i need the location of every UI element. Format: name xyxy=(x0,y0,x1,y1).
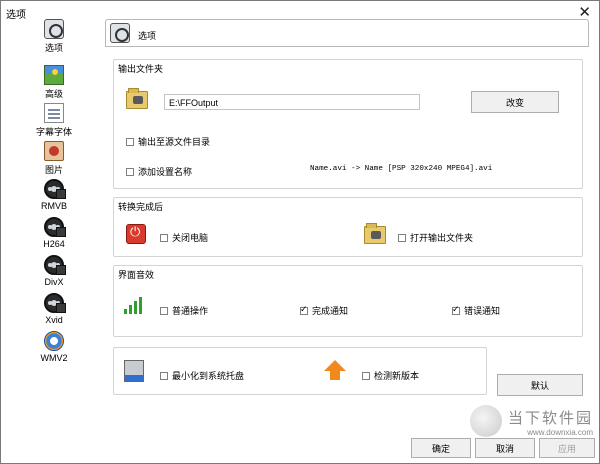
windows-media-icon xyxy=(44,331,64,351)
checkbox-box xyxy=(160,306,168,315)
checkbox-label: 错误通知 xyxy=(464,306,501,316)
system-tray-icon xyxy=(124,360,144,382)
checkbox-label: 关闭电脑 xyxy=(172,233,209,243)
checkbox-box xyxy=(126,167,134,176)
sidebar-item-advanced[interactable]: 高级 xyxy=(29,65,79,100)
checkbox-box xyxy=(362,371,370,380)
checkbox-label: 打开输出文件夹 xyxy=(410,233,474,243)
sidebar-item-label: 高级 xyxy=(44,89,63,99)
sidebar-item-label: 字幕字体 xyxy=(35,127,72,137)
error-notification-checkbox[interactable]: 错误通知 xyxy=(452,304,500,317)
section-title: 选项 xyxy=(138,31,157,41)
sidebar-item-label: 选项 xyxy=(44,43,63,53)
checkbox-box xyxy=(452,304,460,315)
watermark-logo-icon xyxy=(469,405,502,437)
checkbox-label: 普通操作 xyxy=(172,306,209,316)
after-conversion-group: 转换完成后 关闭电脑 打开输出文件夹 xyxy=(113,197,583,257)
complete-notification-checkbox[interactable]: 完成通知 xyxy=(300,304,348,317)
checkbox-label: 检测新版本 xyxy=(374,371,420,381)
sidebar-item-label: RMVB xyxy=(40,201,67,211)
normal-operation-checkbox[interactable]: 普通操作 xyxy=(160,304,208,317)
sidebar-item-rmvb[interactable]: RMVB xyxy=(29,179,79,211)
film-reel-icon xyxy=(44,217,66,237)
open-output-folder-checkbox[interactable]: 打开输出文件夹 xyxy=(398,231,473,244)
sidebar-item-label: H264 xyxy=(43,239,65,249)
document-icon xyxy=(44,103,64,123)
group-title: 界面音效 xyxy=(118,270,155,280)
sidebar-item-label: DivX xyxy=(44,277,64,287)
sidebar-item-picture[interactable]: 图片 xyxy=(29,141,79,176)
options-dialog: 选项 ✕ 选项 高级 字幕字体 图片 RMVB H264 DivX Xvid W… xyxy=(0,0,600,464)
folder-icon xyxy=(126,88,148,109)
watermark: 当下软件园 www.downxia.com xyxy=(469,405,593,437)
picture-icon xyxy=(44,141,64,161)
sidebar-item-label: 图片 xyxy=(44,165,63,175)
change-button[interactable]: 改变 xyxy=(471,91,559,113)
add-setting-name-checkbox[interactable]: 添加设置名称 xyxy=(126,165,192,178)
film-reel-icon xyxy=(44,293,66,313)
checkbox-box xyxy=(160,371,168,380)
cancel-button[interactable]: 取消 xyxy=(475,438,535,458)
misc-options-group: 最小化到系统托盘 检测新版本 xyxy=(113,347,487,395)
minimize-to-tray-checkbox[interactable]: 最小化到系统托盘 xyxy=(160,369,244,382)
options-icon xyxy=(110,23,130,43)
checkbox-label: 最小化到系统托盘 xyxy=(172,371,245,381)
sidebar-item-label: Xvid xyxy=(45,315,63,325)
ui-sound-group: 界面音效 普通操作 完成通知 错误通知 xyxy=(113,265,583,337)
section-header: 选项 xyxy=(105,19,589,47)
window-title: 选项 xyxy=(6,10,26,21)
output-path-field[interactable]: E:\FFOutput xyxy=(164,94,420,110)
checkbox-label: 完成通知 xyxy=(312,306,349,316)
sidebar-item-xvid[interactable]: Xvid xyxy=(29,293,79,325)
apply-button[interactable]: 应用 xyxy=(539,438,595,458)
sidebar-item-subtitle-font[interactable]: 字幕字体 xyxy=(29,103,79,138)
sidebar-item-options[interactable]: 选项 xyxy=(29,19,79,54)
watermark-url: www.downxia.com xyxy=(527,428,593,437)
checkbox-box xyxy=(398,233,406,242)
group-title: 输出文件夹 xyxy=(118,64,164,74)
checkbox-label: 添加设置名称 xyxy=(138,167,193,177)
checkbox-box xyxy=(300,304,308,315)
watermark-title: 当下软件园 xyxy=(507,410,593,427)
sidebar-item-label: WMV2 xyxy=(40,353,68,363)
group-title: 转换完成后 xyxy=(118,202,164,212)
default-button[interactable]: 默认 xyxy=(497,374,583,396)
update-arrow-icon xyxy=(324,360,346,380)
sidebar-item-wmv2[interactable]: WMV2 xyxy=(29,331,79,363)
checkbox-box xyxy=(126,137,134,146)
options-icon xyxy=(44,19,64,39)
output-folder-group: 输出文件夹 E:\FFOutput 改变 输出至源文件目录 添加设置名称 Nam… xyxy=(113,59,583,189)
sidebar-item-divx[interactable]: DivX xyxy=(29,255,79,287)
ok-button[interactable]: 确定 xyxy=(411,438,471,458)
output-to-source-checkbox[interactable]: 输出至源文件目录 xyxy=(126,135,210,148)
sidebar-item-h264[interactable]: H264 xyxy=(29,217,79,249)
film-reel-icon xyxy=(44,255,66,275)
checkbox-label: 输出至源文件目录 xyxy=(138,137,211,147)
shutdown-checkbox[interactable]: 关闭电脑 xyxy=(160,231,208,244)
check-update-checkbox[interactable]: 检测新版本 xyxy=(362,369,419,382)
folder-icon xyxy=(364,223,386,244)
name-example-text: Name.avi -> Name [PSP 320x240 MPEG4].avi xyxy=(310,165,493,173)
checkbox-box xyxy=(160,233,168,242)
landscape-icon xyxy=(44,65,64,85)
film-reel-icon xyxy=(44,179,66,199)
volume-bars-icon xyxy=(124,296,146,314)
power-icon xyxy=(126,224,146,244)
